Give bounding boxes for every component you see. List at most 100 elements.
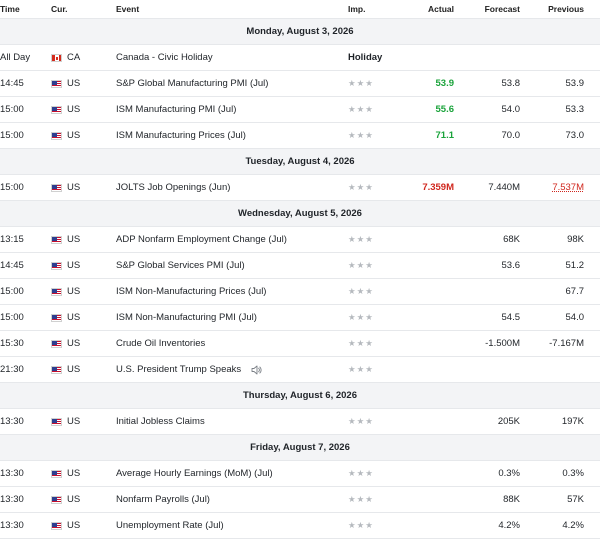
importance-stars: ★★★ — [348, 182, 374, 192]
event-name-label[interactable]: Nonfarm Payrolls (Jul) — [116, 494, 210, 505]
event-forecast: 7.440M — [488, 182, 520, 193]
us-flag-icon — [51, 235, 62, 244]
holiday-label: Holiday — [348, 52, 383, 63]
event-row[interactable]: 21:30 US U.S. President Trump Speaks ★★★ — [0, 357, 600, 383]
event-name-label[interactable]: Initial Jobless Claims — [116, 416, 205, 427]
event-forecast: 54.0 — [501, 104, 521, 115]
importance-stars: ★★★ — [348, 260, 374, 270]
event-currency: US — [51, 409, 111, 434]
event-name-label[interactable]: S&P Global Services PMI (Jul) — [116, 260, 245, 271]
event-actual — [418, 279, 454, 304]
event-time: 15:00 — [0, 286, 24, 297]
event-currency: US — [51, 71, 111, 96]
event-importance: ★★★ — [348, 409, 418, 434]
event-row[interactable]: 15:00 US ISM Non-Manufacturing PMI (Jul) ★★… — [0, 305, 600, 331]
event-name[interactable]: Initial Jobless Claims — [116, 409, 340, 434]
importance-stars: ★★★ — [348, 520, 374, 530]
event-row[interactable]: 15:00 US ISM Manufacturing PMI (Jul) ★★★ 55.… — [0, 97, 600, 123]
event-name-label[interactable]: ISM Non-Manufacturing PMI (Jul) — [116, 312, 257, 323]
event-actual — [418, 513, 454, 538]
event-importance: ★★★ — [348, 331, 418, 356]
event-previous — [528, 357, 584, 382]
event-row[interactable]: 13:30 US Unemployment Rate (Jul) ★★★ 4.2% 4.2… — [0, 513, 600, 539]
event-name-label[interactable]: ISM Manufacturing PMI (Jul) — [116, 104, 236, 115]
event-name[interactable]: Canada - Civic Holiday — [116, 45, 340, 70]
event-row[interactable]: All Day CA Canada - Civic Holiday Holiday — [0, 45, 600, 71]
event-row[interactable]: 13:15 US ADP Nonfarm Employment Change (Ju… — [0, 227, 600, 253]
event-currency: US — [51, 357, 111, 382]
event-name[interactable]: ADP Nonfarm Employment Change (Jul) — [116, 227, 340, 252]
currency-code: US — [67, 78, 81, 89]
event-name[interactable]: JOLTS Job Openings (Jun) — [116, 175, 340, 200]
day-header-label: Monday, August 3, 2026 — [246, 26, 354, 37]
event-row[interactable]: 13:30 US Nonfarm Payrolls (Jul) ★★★ 88K 57K — [0, 487, 600, 513]
event-row[interactable]: 15:30 US Crude Oil Inventories ★★★ -1.500M -7… — [0, 331, 600, 357]
event-name[interactable]: Nonfarm Payrolls (Jul) — [116, 487, 340, 512]
event-forecast — [470, 45, 520, 70]
event-row[interactable]: 15:00 US ISM Non-Manufacturing Prices (Jul… — [0, 279, 600, 305]
importance-stars: ★★★ — [348, 416, 374, 426]
speaker-icon — [251, 365, 262, 375]
event-name-label[interactable]: Crude Oil Inventories — [116, 338, 205, 349]
event-importance: ★★★ — [348, 253, 418, 278]
event-row[interactable]: 13:30 US Initial Jobless Claims ★★★ 205K 197K — [0, 409, 600, 435]
event-time: 13:30 — [0, 468, 24, 479]
event-importance: ★★★ — [348, 487, 418, 512]
event-row[interactable]: 13:30 US Average Hourly Earnings (MoM) (Ju… — [0, 461, 600, 487]
event-name[interactable]: Crude Oil Inventories — [116, 331, 340, 356]
event-name[interactable]: Average Hourly Earnings (MoM) (Jul) — [116, 461, 340, 486]
event-name[interactable]: ISM Manufacturing Prices (Jul) — [116, 123, 340, 148]
event-currency: US — [51, 175, 111, 200]
event-name-label[interactable]: Unemployment Rate (Jul) — [116, 520, 224, 531]
event-name-label[interactable]: ISM Non-Manufacturing Prices (Jul) — [116, 286, 266, 297]
event-name[interactable]: ISM Non-Manufacturing Prices (Jul) — [116, 279, 340, 304]
day-header-label: Wednesday, August 5, 2026 — [238, 208, 362, 219]
us-flag-icon — [51, 339, 62, 348]
event-name-label[interactable]: S&P Global Manufacturing PMI (Jul) — [116, 78, 268, 89]
us-flag-icon — [51, 131, 62, 140]
event-name-label[interactable]: ISM Manufacturing Prices (Jul) — [116, 130, 246, 141]
day-header: Friday, August 7, 2026 — [0, 435, 600, 461]
event-time: All Day — [0, 52, 31, 63]
event-importance: ★★★ — [348, 279, 418, 304]
column-header-event[interactable]: Event — [116, 0, 340, 18]
column-header-currency[interactable]: Cur. — [51, 0, 111, 18]
event-importance: ★★★ — [348, 227, 418, 252]
event-name[interactable]: U.S. President Trump Speaks — [116, 357, 340, 382]
event-row[interactable]: 15:00 US JOLTS Job Openings (Jun) ★★★ 7.359M… — [0, 175, 600, 201]
event-actual — [418, 331, 454, 356]
event-row[interactable]: 14:45 US S&P Global Services PMI (Jul) ★★★ 5… — [0, 253, 600, 279]
previous-value: 53.3 — [565, 104, 585, 115]
event-name-label[interactable]: ADP Nonfarm Employment Change (Jul) — [116, 234, 287, 245]
previous-revised-value[interactable]: 7.537M — [552, 182, 584, 193]
column-header-importance[interactable]: Imp. — [348, 0, 418, 18]
column-header-previous[interactable]: Previous — [528, 0, 584, 18]
event-time: 21:30 — [0, 364, 24, 375]
currency-code: US — [67, 104, 81, 115]
column-header-time[interactable]: Time — [0, 0, 48, 18]
event-row[interactable]: 14:45 US S&P Global Manufacturing PMI (Jul… — [0, 71, 600, 97]
event-time: 13:30 — [0, 416, 24, 427]
event-previous — [528, 45, 584, 70]
event-importance: ★★★ — [348, 305, 418, 330]
event-row[interactable]: 15:00 US ISM Manufacturing Prices (Jul) ★★★… — [0, 123, 600, 149]
event-name-label[interactable]: Canada - Civic Holiday — [116, 52, 213, 63]
event-currency: US — [51, 97, 111, 122]
event-name-label[interactable]: Average Hourly Earnings (MoM) (Jul) — [116, 468, 273, 479]
event-name[interactable]: S&P Global Manufacturing PMI (Jul) — [116, 71, 340, 96]
importance-stars: ★★★ — [348, 104, 374, 114]
column-header-actual[interactable]: Actual — [418, 0, 454, 18]
event-name[interactable]: Unemployment Rate (Jul) — [116, 513, 340, 538]
day-header: Monday, August 3, 2026 — [0, 19, 600, 45]
event-previous: 0.3% — [528, 461, 584, 486]
importance-stars: ★★★ — [348, 78, 374, 88]
event-name-label[interactable]: U.S. President Trump Speaks — [116, 364, 241, 375]
event-actual: 7.359M — [422, 182, 454, 193]
event-name[interactable]: ISM Manufacturing PMI (Jul) — [116, 97, 340, 122]
event-name[interactable]: S&P Global Services PMI (Jul) — [116, 253, 340, 278]
event-name-label[interactable]: JOLTS Job Openings (Jun) — [116, 182, 230, 193]
event-actual — [418, 45, 454, 70]
previous-value: 53.9 — [565, 78, 585, 89]
event-name[interactable]: ISM Non-Manufacturing PMI (Jul) — [116, 305, 340, 330]
column-header-forecast[interactable]: Forecast — [470, 0, 520, 18]
